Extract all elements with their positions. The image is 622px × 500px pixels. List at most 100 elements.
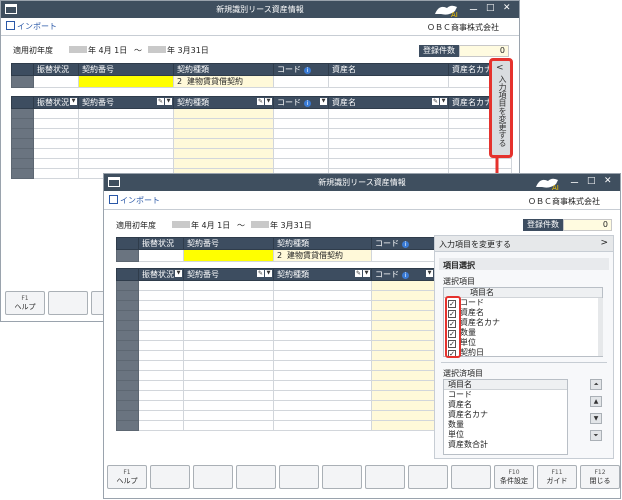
list-item[interactable]: コード bbox=[444, 390, 567, 400]
fkey-f11-guide[interactable]: F11 ガイド bbox=[537, 465, 577, 489]
table-row bbox=[116, 330, 435, 341]
pen-icon[interactable]: ✎ bbox=[355, 270, 362, 277]
list-item[interactable]: 数量 bbox=[444, 420, 567, 430]
list-item[interactable]: 資産名 bbox=[444, 400, 567, 410]
info-icon[interactable]: i bbox=[402, 241, 409, 248]
svg-text:AI: AI bbox=[451, 11, 458, 18]
dropdown-icon[interactable]: ▼ bbox=[265, 270, 272, 277]
pen-icon[interactable]: ✎ bbox=[257, 98, 264, 105]
list-item[interactable]: ✓ 単位 bbox=[444, 338, 602, 348]
panel-header[interactable]: 入力項目を変更する > bbox=[435, 236, 613, 252]
back-entry-grid: 振替状況 契約番号 契約種類 コード i 資産名 資産名カナ 2 建物賃貸借契約 bbox=[11, 63, 512, 88]
list-item[interactable]: ✓ コード bbox=[444, 298, 602, 308]
chevron-right-icon[interactable]: > bbox=[600, 238, 608, 248]
list-header-status[interactable]: 振替状況 ▼ bbox=[138, 268, 184, 281]
fkey-empty[interactable] bbox=[236, 465, 276, 489]
fkey-f1-help[interactable]: F1 ヘルプ bbox=[5, 291, 45, 315]
list-header-status[interactable]: 振替状況 ▼ bbox=[33, 96, 79, 109]
fkey-empty[interactable] bbox=[451, 465, 491, 489]
move-top-icon[interactable]: ⏶ bbox=[590, 379, 602, 390]
front-list-grid: 振替状況 ▼ 契約番号 ▼ ✎ 契約種類 ▼ ✎ コード i ▼ bbox=[116, 268, 435, 431]
dropdown-icon[interactable]: ▼ bbox=[70, 98, 77, 105]
info-icon[interactable]: i bbox=[402, 272, 409, 279]
fkey-empty[interactable] bbox=[322, 465, 362, 489]
list-header-code[interactable]: コード i ▼ bbox=[273, 96, 329, 109]
header-asset-name: 資産名 bbox=[328, 63, 449, 76]
maximize-icon[interactable]: □ bbox=[587, 176, 596, 186]
info-icon[interactable]: i bbox=[304, 100, 311, 107]
fkey-empty[interactable] bbox=[150, 465, 190, 489]
date-end: 年 3月31日 bbox=[167, 46, 209, 55]
import-link[interactable]: インポート bbox=[109, 195, 160, 206]
dropdown-icon[interactable]: ▼ bbox=[165, 98, 172, 105]
company-name: ＯＢＣ商事株式会社 bbox=[427, 23, 499, 32]
front-function-keys: F1 ヘルプ F10 条件設定 F11 ガイド F12 閉じる bbox=[107, 465, 620, 489]
minimize-icon[interactable]: ー bbox=[469, 3, 478, 16]
year-end-field[interactable] bbox=[148, 46, 166, 53]
year-end-field[interactable] bbox=[251, 221, 269, 228]
fkey-empty[interactable] bbox=[408, 465, 448, 489]
dropdown-icon[interactable]: ▼ bbox=[363, 270, 370, 277]
contract-no-input[interactable] bbox=[183, 249, 274, 262]
list-header-asset-name[interactable]: 資産名 ▼ ✎ bbox=[328, 96, 449, 109]
table-row bbox=[11, 158, 512, 169]
table-row bbox=[116, 370, 435, 381]
list-item[interactable]: 資産数合計 bbox=[444, 440, 567, 450]
list-item[interactable]: 単位 bbox=[444, 430, 567, 440]
date-tilde: ～ bbox=[134, 46, 142, 55]
list-header-contract-type[interactable]: 契約種類 ▼ ✎ bbox=[273, 268, 372, 281]
contract-type-cell[interactable]: 2 建物賃貸借契約 bbox=[273, 249, 372, 262]
list-header-contract-no[interactable]: 契約番号 ▼ ✎ bbox=[183, 268, 274, 281]
year-start-field[interactable] bbox=[69, 46, 87, 53]
selected-list: 項目名 コード 資産名 資産名カナ 数量 単位 資産数合計 bbox=[443, 379, 568, 455]
move-bottom-icon[interactable]: ⏷ bbox=[590, 430, 602, 441]
date-tilde: ～ bbox=[237, 221, 245, 230]
fkey-f12-close[interactable]: F12 閉じる bbox=[580, 465, 620, 489]
pen-icon[interactable]: ✎ bbox=[432, 98, 439, 105]
fkey-f1-help[interactable]: F1 ヘルプ bbox=[107, 465, 147, 489]
list-item[interactable]: ✓ 資産名カナ bbox=[444, 318, 602, 328]
count-value: 0 bbox=[459, 45, 509, 57]
list-header-code[interactable]: コード i ▼ bbox=[371, 268, 435, 281]
dropdown-icon[interactable]: ▼ bbox=[265, 98, 272, 105]
dropdown-icon[interactable]: ▼ bbox=[320, 98, 327, 105]
table-row bbox=[11, 108, 512, 119]
pen-icon[interactable]: ✎ bbox=[157, 98, 164, 105]
list-item[interactable]: ✓ 資産名 bbox=[444, 308, 602, 318]
change-items-side-tab[interactable]: < 入力項目を変更する bbox=[489, 58, 513, 158]
close-icon[interactable]: ✕ bbox=[604, 176, 612, 186]
checkbox-highlight bbox=[445, 296, 461, 358]
list-item[interactable]: ✓ 契約日 bbox=[444, 348, 602, 356]
move-down-icon[interactable]: ▼ bbox=[590, 413, 602, 424]
maximize-icon[interactable]: □ bbox=[486, 3, 495, 13]
fkey-empty[interactable] bbox=[365, 465, 405, 489]
list-header-contract-type[interactable]: 契約種類 ▼ ✎ bbox=[173, 96, 274, 109]
close-icon[interactable]: ✕ bbox=[503, 3, 511, 13]
selection-scrollbar[interactable] bbox=[598, 298, 603, 356]
import-link[interactable]: インポート bbox=[6, 21, 57, 32]
dropdown-icon[interactable]: ▼ bbox=[440, 98, 447, 105]
move-up-icon[interactable]: ▲ bbox=[590, 396, 602, 407]
chevron-left-icon: < bbox=[496, 63, 504, 73]
front-title-bar: 新規識別リース資産情報 AI ー □ ✕ bbox=[104, 174, 620, 191]
section-title: 項目選択 bbox=[439, 258, 609, 270]
minimize-icon[interactable]: ー bbox=[570, 176, 579, 189]
contract-type-cell[interactable]: 2 建物賃貸借契約 bbox=[173, 75, 274, 88]
fkey-empty[interactable] bbox=[279, 465, 319, 489]
dropdown-icon[interactable]: ▼ bbox=[426, 270, 433, 277]
list-item[interactable]: ✓ 数量 bbox=[444, 328, 602, 338]
list-item[interactable] bbox=[444, 450, 567, 454]
contract-no-input[interactable] bbox=[78, 75, 174, 88]
fkey-f10-conditions[interactable]: F10 条件設定 bbox=[494, 465, 534, 489]
year-start-field[interactable] bbox=[172, 221, 190, 228]
list-item[interactable]: 資産名カナ bbox=[444, 410, 567, 420]
table-row bbox=[116, 360, 435, 371]
fkey-empty[interactable] bbox=[193, 465, 233, 489]
list-header-contract-no[interactable]: 契約番号 ▼ ✎ bbox=[78, 96, 174, 109]
info-icon[interactable]: i bbox=[304, 67, 311, 74]
dropdown-icon[interactable]: ▼ bbox=[175, 270, 182, 277]
header-contract-no: 契約番号 bbox=[78, 63, 174, 76]
pen-icon[interactable]: ✎ bbox=[257, 270, 264, 277]
front-entry-grid: 振替状況 契約番号 契約種類 コード i 2 建物賃貸借契約 bbox=[116, 237, 435, 262]
fkey-empty[interactable] bbox=[48, 291, 88, 315]
